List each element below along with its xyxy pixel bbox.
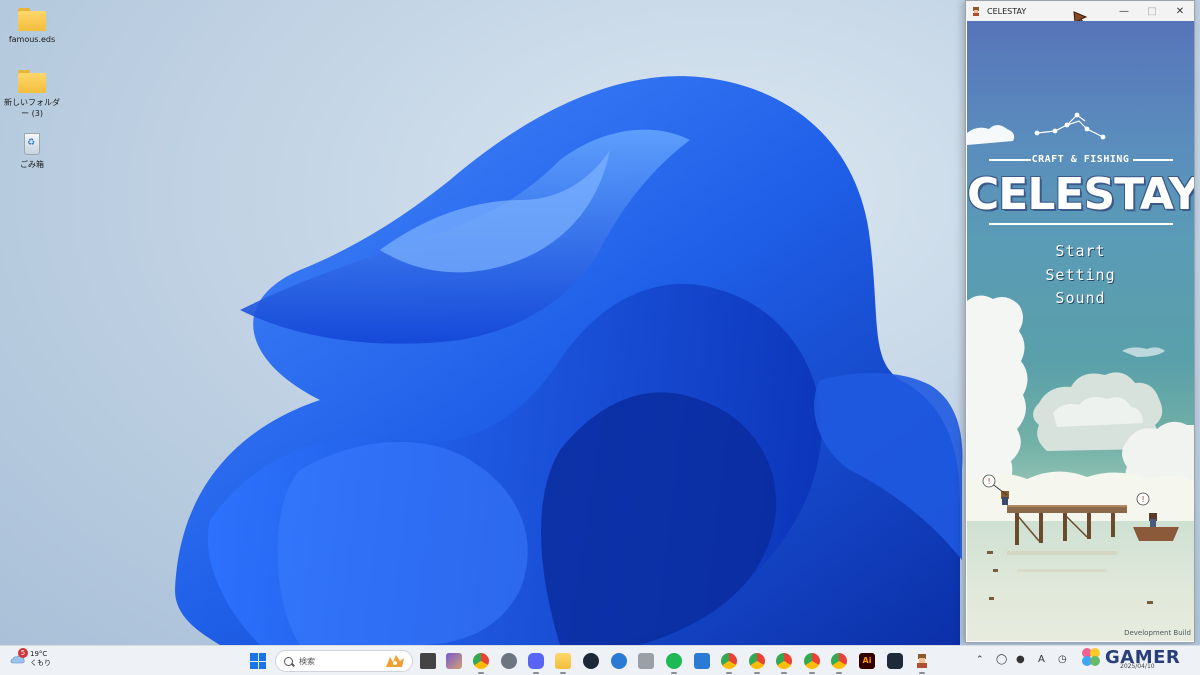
celestay-app-icon <box>973 7 979 16</box>
close-button[interactable]: ✕ <box>1166 1 1194 21</box>
cloud-icon: 5 <box>10 648 28 667</box>
network-icon[interactable]: ◯ <box>996 654 1007 665</box>
desktop-recycle-bin[interactable]: ♻ ごみ箱 <box>4 130 60 170</box>
menu-start[interactable]: Start <box>967 242 1194 260</box>
task-view-icon[interactable] <box>420 653 436 669</box>
watermark-text: GAMER <box>1105 646 1181 668</box>
chrome-icon[interactable] <box>804 653 820 674</box>
ime-indicator[interactable]: A <box>1038 654 1045 665</box>
folder-icon <box>17 6 47 32</box>
speech-bubble-mark: ! <box>988 477 991 486</box>
desktop-icon-label: ごみ箱 <box>20 160 44 169</box>
minimize-button[interactable]: — <box>1110 1 1138 21</box>
microphone-icon[interactable]: ● <box>1016 654 1025 665</box>
show-hidden-icons-button[interactable]: ⌃ <box>976 655 984 665</box>
chrome-icon[interactable] <box>473 653 489 674</box>
notification-badge: 5 <box>18 648 28 658</box>
folder-icon <box>17 68 47 94</box>
chrome-icon[interactable] <box>776 653 792 674</box>
window-title: CELESTAY <box>987 6 1027 16</box>
game-logo: CELESTAY <box>967 169 1194 220</box>
search-placeholder: 検索 <box>299 656 315 666</box>
desktop-folder-1[interactable]: famous.eds <box>4 6 60 44</box>
celestay-icon[interactable] <box>914 653 930 674</box>
logo-rule-bottom <box>989 223 1173 225</box>
app-icon[interactable] <box>887 653 903 669</box>
speech-bubble-mark: ! <box>1142 495 1145 504</box>
celestay-taskbar-icon <box>917 654 927 668</box>
desktop-folder-2[interactable]: 新しいフォルダー (3) <box>4 68 60 119</box>
windows-logo-pane <box>250 661 258 669</box>
steam-icon[interactable] <box>583 653 599 669</box>
game-window: CELESTAY — □ ✕ ! ! CRAFT & FISHING CELES… <box>965 0 1195 643</box>
weather-temp: 19°C <box>30 650 48 658</box>
search-icon <box>284 656 293 666</box>
desktop-icon-label: famous.eds <box>8 35 56 44</box>
spotify-icon[interactable] <box>666 653 682 674</box>
game-subtitle: CRAFT & FISHING <box>1031 154 1130 165</box>
taskbar: 5 19°C くもり 検索 Ai ⌃ ◯ ● A ◷ 2025/04/10 <box>0 645 1200 675</box>
chrome-icon[interactable] <box>721 653 737 674</box>
desktop-icon-label: 新しいフォルダー (3) <box>4 98 60 118</box>
menu-sound[interactable]: Sound <box>967 289 1194 307</box>
illustrator-icon[interactable]: Ai <box>859 653 875 669</box>
gamer-logo-icon <box>1082 648 1100 666</box>
windows-logo-pane <box>258 661 266 669</box>
window-titlebar[interactable]: CELESTAY — □ ✕ <box>966 1 1194 27</box>
gamer-watermark: GAMER <box>1080 646 1180 668</box>
chrome-icon[interactable] <box>831 653 847 674</box>
clock-icon[interactable]: ◷ <box>1058 654 1067 665</box>
weather-widget[interactable]: 5 19°C くもり <box>10 648 51 668</box>
widgets-app-icon[interactable] <box>446 653 462 669</box>
app-icon[interactable] <box>611 653 627 669</box>
chrome-icon[interactable] <box>749 653 765 674</box>
menu-setting[interactable]: Setting <box>967 266 1194 284</box>
search-highlight-icon <box>386 655 404 667</box>
maximize-button[interactable]: □ <box>1138 1 1166 21</box>
game-title-screen[interactable]: ! ! CRAFT & FISHING CELESTAY Start Setti… <box>967 21 1194 641</box>
constellation-icon <box>1034 112 1106 140</box>
recycle-bin-icon: ♻ <box>17 130 47 156</box>
discord-icon[interactable] <box>528 653 544 674</box>
game-scene-art: ! ! <box>967 112 1194 641</box>
start-button[interactable] <box>250 653 266 669</box>
notepad-icon[interactable] <box>694 653 710 669</box>
windows-logo-icon <box>250 653 258 661</box>
windows-logo-pane <box>258 653 266 661</box>
app-icon[interactable] <box>638 653 654 669</box>
weather-condition: くもり <box>30 659 51 667</box>
search-box[interactable]: 検索 <box>275 650 413 672</box>
file-explorer-icon[interactable] <box>555 653 571 674</box>
settings-icon[interactable] <box>501 653 517 669</box>
development-build-label: Development Build <box>1124 629 1191 637</box>
